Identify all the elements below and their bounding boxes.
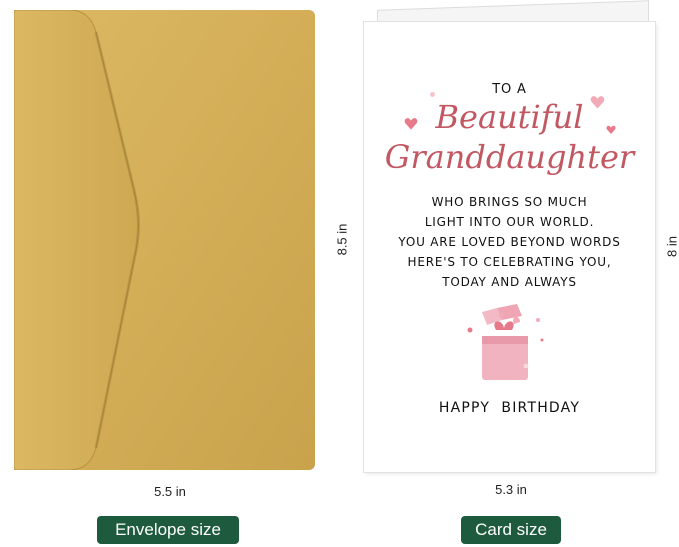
card-intro: TO A bbox=[492, 82, 527, 97]
card-width-label: 5.3 in bbox=[495, 482, 527, 497]
card-message-line: WHO BRINGS SO MUCH bbox=[431, 195, 588, 209]
envelope-size-label: Envelope size bbox=[97, 516, 239, 544]
gift-box-illustration bbox=[467, 304, 544, 380]
heart-icon bbox=[606, 125, 616, 134]
envelope-height-label: 8.5 in bbox=[334, 223, 350, 256]
dot-decoration bbox=[430, 92, 435, 97]
card-height-label: 8 in bbox=[664, 236, 679, 257]
card-message-line: TODAY AND ALWAYS bbox=[442, 275, 577, 289]
card-message-line: YOU ARE LOVED BEYOND WORDS bbox=[398, 235, 621, 249]
card-message-line: HERE'S TO CELEBRATING YOU, bbox=[407, 255, 612, 269]
card-message-line: LIGHT INTO OUR WORLD. bbox=[424, 215, 595, 229]
greeting-card: TO A Beautiful Granddaughter WHO BRINGS … bbox=[364, 22, 655, 472]
envelope-width-label: 5.5 in bbox=[154, 484, 186, 499]
gold-envelope bbox=[14, 10, 315, 470]
heart-icon bbox=[404, 118, 418, 130]
card-closing: HAPPY BIRTHDAY bbox=[438, 400, 581, 416]
heart-icon bbox=[590, 96, 605, 109]
card-size-label: Card size bbox=[461, 516, 561, 544]
card-script-granddaughter: Granddaughter bbox=[384, 138, 635, 176]
